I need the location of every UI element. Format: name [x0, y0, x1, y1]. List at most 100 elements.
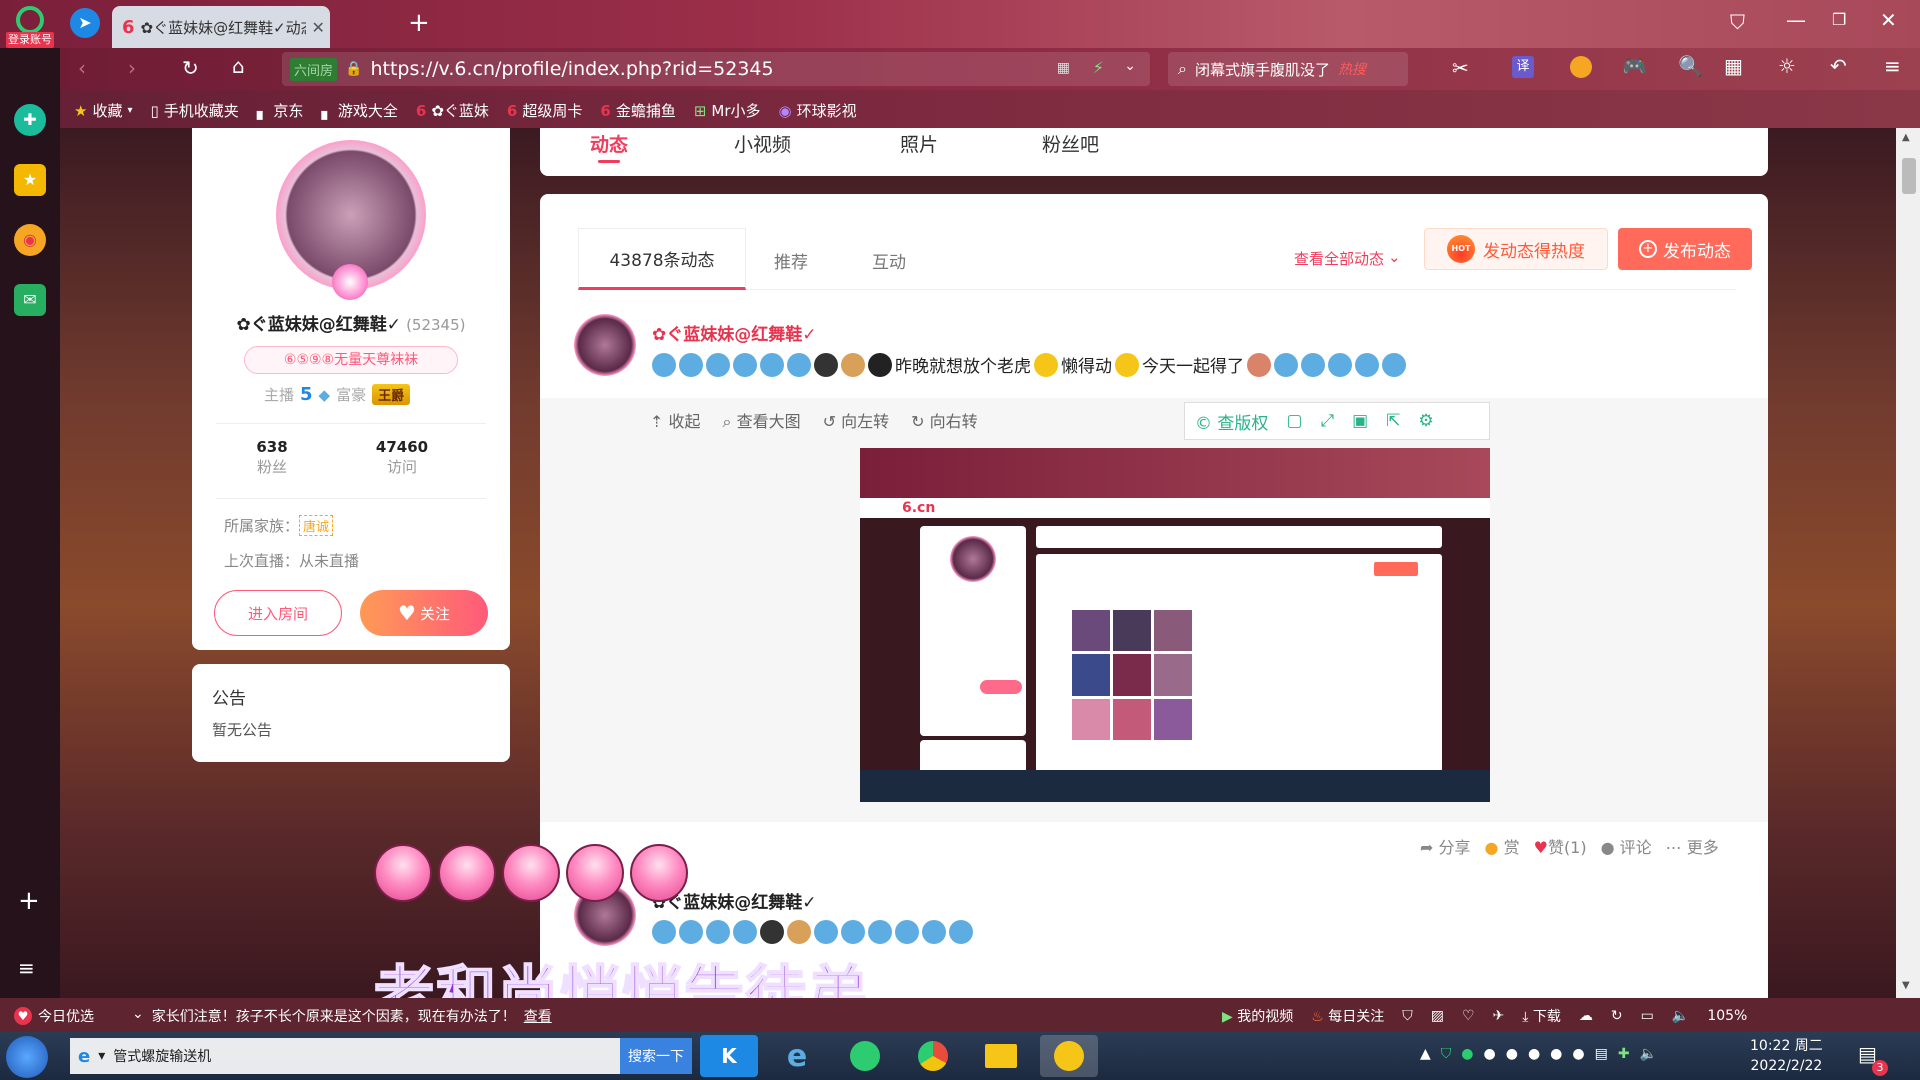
reward-button[interactable]: ● 赏 — [1485, 834, 1520, 858]
shirt-icon[interactable]: ⛉ — [1730, 12, 1745, 32]
tab-photos[interactable]: 照片 — [900, 130, 938, 157]
rotate-right-button[interactable]: ↻ 向右转 — [911, 408, 978, 432]
image-icon[interactable]: ▨ — [1431, 1008, 1444, 1024]
app-taskbar-icon[interactable] — [1040, 1035, 1098, 1077]
navigate-icon[interactable]: ➤ — [70, 8, 100, 38]
scissors-icon[interactable]: ✂ — [1452, 58, 1469, 78]
bookmark-jd[interactable]: ▖ 京东 — [257, 100, 304, 121]
follow-button[interactable]: ♥ 关注 — [360, 590, 488, 636]
volume-icon[interactable]: 🔈 — [1672, 1008, 1689, 1024]
hot-post-button[interactable]: HOT 发动态得热度 — [1424, 228, 1608, 270]
minimize-icon[interactable]: — — [1786, 10, 1806, 30]
post-image[interactable]: 6.cn — [860, 448, 1490, 802]
share-button[interactable]: ➦ 分享 — [1420, 834, 1471, 858]
shield-tray-icon[interactable]: ⛉ — [1441, 1046, 1452, 1062]
favorite-star-icon[interactable]: ★ — [14, 164, 46, 196]
my-video-button[interactable]: ▶ 我的视频 — [1222, 1006, 1293, 1026]
save-icon[interactable]: ▣ — [1352, 411, 1368, 431]
browser-taskbar-icon[interactable] — [836, 1035, 894, 1077]
ie-taskbar-icon[interactable]: e — [768, 1035, 826, 1077]
bookmark-fishing[interactable]: 6 金蟾捕鱼 — [600, 100, 675, 121]
post-avatar[interactable] — [574, 314, 636, 376]
bookmark-lanmeimei[interactable]: 6 ✿ぐ蓝妹 — [416, 100, 489, 121]
forward-icon[interactable]: › — [128, 58, 136, 78]
gamepad-icon[interactable]: 🎮 — [1622, 56, 1647, 76]
rotate-left-button[interactable]: ↺ 向左转 — [823, 408, 890, 432]
list-icon[interactable]: ≡ — [18, 956, 35, 980]
bookmark-mobile[interactable]: ▯ 手机收藏夹 — [151, 100, 239, 121]
post-author[interactable]: ✿ぐ蓝妹妹@红舞鞋✓ — [652, 320, 817, 345]
family-value[interactable]: 唐诚 — [299, 515, 334, 536]
window-icon[interactable]: ▭ — [1641, 1008, 1654, 1024]
folder-icon[interactable] — [972, 1035, 1030, 1077]
add-icon[interactable]: + — [18, 886, 40, 916]
back-icon[interactable]: ‹ — [78, 58, 86, 78]
page-scrollbar[interactable]: ▲ ▼ — [1896, 128, 1920, 998]
taskbar-search[interactable]: e ▾ 管式螺旋输送机 — [70, 1038, 620, 1074]
tab-dongtai[interactable]: 动态 — [590, 130, 628, 157]
feed-tab-all[interactable]: 43878条动态 — [578, 228, 746, 290]
news-ticker[interactable]: ⌄ 家长们注意！孩子不长个原来是这个因素，现在有办法了！ 查看 — [132, 1006, 552, 1026]
coin-icon[interactable] — [1570, 56, 1592, 78]
shield-icon[interactable]: ⛉ — [1402, 1008, 1413, 1024]
visits-stat[interactable]: 47460 访问 — [362, 438, 442, 477]
qq-icon[interactable]: ● — [1484, 1046, 1496, 1062]
search-box[interactable]: ⌕ 闭幕式旗手腹肌没了 热搜 — [1168, 52, 1408, 86]
scroll-thumb[interactable] — [1902, 158, 1916, 194]
clover-icon[interactable]: ✚ — [14, 104, 46, 136]
fit-icon[interactable]: ▢ — [1286, 411, 1302, 431]
fans-stat[interactable]: 638 粉丝 — [232, 438, 312, 477]
ticker-link[interactable]: 查看 — [524, 1006, 552, 1026]
undo-icon[interactable]: ↶ — [1830, 56, 1847, 76]
today-picks[interactable]: ♥ 今日优选 — [14, 1006, 94, 1026]
qq-icon[interactable]: ● — [1550, 1046, 1562, 1062]
cloud-icon[interactable]: ☁ — [1579, 1008, 1593, 1024]
menu-icon[interactable]: ≡ — [1884, 56, 1901, 76]
start-button[interactable] — [6, 1036, 48, 1078]
share-out-icon[interactable]: ⇱ — [1386, 411, 1400, 431]
grid-icon[interactable]: ▦ — [1724, 56, 1743, 76]
settings-icon[interactable]: ⚙ — [1418, 411, 1433, 431]
login-badge[interactable]: 登录账号 — [6, 32, 54, 48]
url-field[interactable]: 六间房 🔒 https://v.6.cn/profile/index.php?r… — [282, 52, 1150, 86]
chevron-down-icon[interactable]: ⌄ — [1124, 58, 1136, 74]
view-all-link[interactable]: 查看全部动态 ⌄ — [1294, 248, 1401, 269]
brightness-icon[interactable]: ☼ — [1778, 56, 1796, 76]
close-window-icon[interactable]: ✕ — [1880, 10, 1897, 30]
cha-quan-button[interactable]: © 查版权 — [1195, 409, 1268, 434]
daily-follow-button[interactable]: ♨ 每日关注 — [1311, 1006, 1384, 1026]
wechat-icon[interactable]: ● — [1461, 1046, 1473, 1062]
search-once-button[interactable]: 搜索一下 — [620, 1038, 692, 1074]
volume-tray-icon[interactable]: 🔈 — [1640, 1046, 1657, 1062]
new-tab-button[interactable]: + — [408, 8, 430, 38]
weibo-icon[interactable]: ◉ — [14, 224, 46, 256]
tab-short-video[interactable]: 小视频 — [734, 130, 791, 157]
close-tab-icon[interactable]: ✕ — [312, 18, 325, 37]
translate-button[interactable]: 译 — [1512, 56, 1534, 78]
bookmark-weekcard[interactable]: 6 超级周卡 — [507, 100, 582, 121]
lightning-icon[interactable]: ⚡ — [1093, 58, 1104, 77]
magnifier-icon[interactable]: 🔍 — [1678, 56, 1703, 76]
tab-fan-club[interactable]: 粉丝吧 — [1042, 130, 1099, 157]
refresh-icon[interactable]: ↻ — [182, 58, 199, 78]
like-button[interactable]: ♥赞(1) — [1534, 834, 1587, 858]
browser-logo[interactable]: 登录账号 — [6, 6, 54, 48]
speed-icon[interactable]: ✈ — [1493, 1008, 1505, 1024]
mail-icon[interactable]: ✉ — [14, 284, 46, 316]
bookmark-games[interactable]: ▖ 游戏大全 — [321, 100, 398, 121]
home-icon[interactable]: ⌂ — [232, 56, 245, 76]
clock[interactable]: 10:22 周二 2022/2/22 — [1750, 1036, 1823, 1076]
view-large-button[interactable]: ⌕ 查看大图 — [723, 408, 801, 432]
expand-icon[interactable]: ⤢ — [1320, 411, 1334, 431]
bookmark-mrxiaoduo[interactable]: ⊞ Mr小多 — [694, 100, 761, 121]
bookmark-favorites[interactable]: ★ 收藏 ▾ — [74, 100, 133, 121]
enter-room-button[interactable]: 进入房间 — [214, 590, 342, 636]
more-button[interactable]: ⋯ 更多 — [1666, 834, 1719, 858]
tray-expand-icon[interactable]: ▲ — [1420, 1046, 1431, 1062]
feed-tab-recommend[interactable]: 推荐 — [774, 248, 808, 273]
scroll-down-icon[interactable]: ▼ — [1902, 980, 1910, 991]
qq-icon[interactable]: ● — [1572, 1046, 1584, 1062]
k-app-icon[interactable]: K — [700, 1035, 758, 1077]
qq-icon[interactable]: ● — [1506, 1046, 1518, 1062]
comment-button[interactable]: ● 评论 — [1601, 834, 1652, 858]
